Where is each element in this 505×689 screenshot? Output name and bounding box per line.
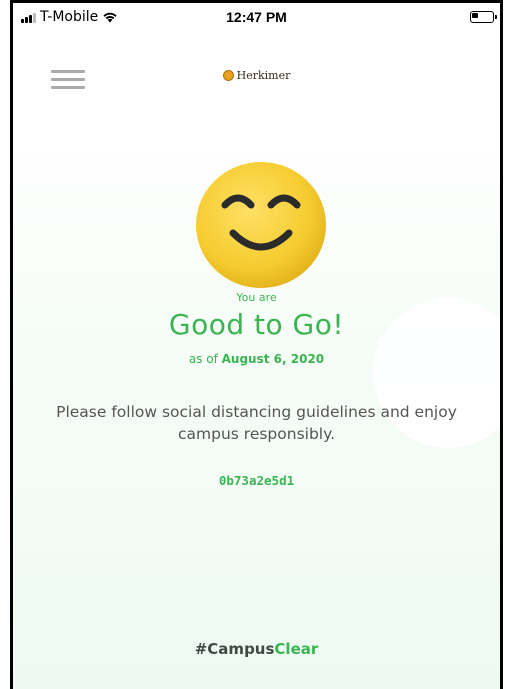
brand-header: Herkimer (13, 69, 500, 82)
as-of-label: as of (188, 352, 222, 366)
smiley-face-icon (196, 162, 326, 288)
battery-level (472, 13, 478, 18)
status-title: Good to Go! (168, 308, 345, 341)
campus-clear-hashtag: #CampusClear (13, 640, 500, 658)
brand-name: Herkimer (236, 69, 291, 82)
guidance-message: Please follow social distancing guidelin… (56, 403, 457, 443)
status-date: August 6, 2020 (221, 352, 325, 366)
battery-icon (470, 11, 497, 23)
verification-code: 0b73a2e5d1 (218, 473, 295, 488)
status-date-line: as of August 6, 2020 (13, 352, 500, 366)
hashtag-part-campus: #Campus (194, 640, 275, 658)
clock-time: 12:47 PM (226, 9, 287, 25)
phone-screen: T-Mobile 12:47 PM Herkimer You are Good … (10, 0, 503, 689)
battery-nub (495, 15, 497, 19)
status-prefix: You are (236, 291, 277, 304)
status-bar: T-Mobile 12:47 PM (13, 3, 500, 33)
hashtag-part-clear: Clear (274, 640, 319, 658)
herkimer-logo-icon (222, 70, 234, 81)
